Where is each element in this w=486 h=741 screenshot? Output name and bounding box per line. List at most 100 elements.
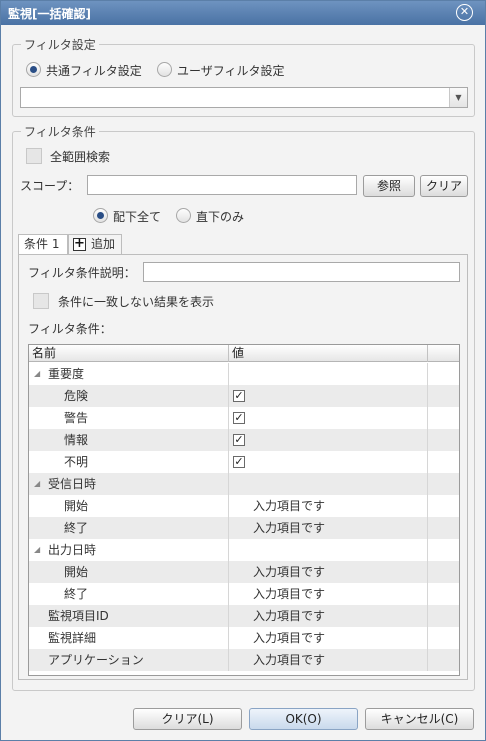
row-name: 警告 (64, 411, 89, 425)
close-icon[interactable]: ✕ (456, 4, 473, 21)
table-row[interactable]: 監視項目ID 入力項目です (29, 605, 459, 627)
row-extra-cell (427, 385, 428, 407)
row-extra-cell (427, 407, 428, 429)
common-filter-radio[interactable] (26, 62, 41, 77)
user-filter-radio[interactable] (157, 62, 172, 77)
row-extra-cell (427, 495, 428, 517)
filter-settings-legend: フィルタ設定 (24, 38, 96, 52)
direct-only-radio[interactable] (176, 208, 191, 223)
row-name: 開始 (64, 499, 89, 513)
row-extra-cell (427, 649, 428, 671)
row-value-text: 入力項目です (253, 587, 326, 601)
row-value[interactable]: 入力項目です (228, 649, 428, 671)
row-name: 受信日時 (48, 477, 97, 491)
column-value-header[interactable]: 値 (229, 345, 428, 362)
row-extra-cell (427, 583, 428, 605)
row-value[interactable]: 入力項目です (228, 583, 428, 605)
user-filter-label: ユーザフィルタ設定 (177, 64, 285, 78)
expand-icon[interactable]: ◢ (34, 539, 40, 561)
table-row[interactable]: 終了 入力項目です (29, 517, 459, 539)
chevron-down-icon[interactable]: ▼ (449, 88, 467, 107)
row-value[interactable] (228, 539, 428, 561)
check-icon[interactable]: ✓ (233, 390, 245, 402)
table-row[interactable]: 終了 入力項目です (29, 583, 459, 605)
row-extra-cell (427, 539, 428, 561)
row-value[interactable] (228, 473, 428, 495)
table-row[interactable]: 監視詳細 入力項目です (29, 627, 459, 649)
row-extra-cell (427, 451, 428, 473)
column-name-header[interactable]: 名前 (29, 345, 229, 362)
row-name: 終了 (64, 521, 89, 535)
table-row[interactable]: ◢ 受信日時 (29, 473, 459, 495)
title-bar[interactable]: 監視[一括確認] ✕ (1, 1, 485, 25)
grid-header: 名前 値 (29, 345, 459, 362)
row-extra-cell (427, 561, 428, 583)
row-value[interactable]: 入力項目です (228, 561, 428, 583)
row-value[interactable]: ✓ (228, 429, 428, 451)
tab-condition-1-label: 条件 1 (24, 237, 60, 251)
row-value[interactable]: ✓ (228, 385, 428, 407)
column-extra-header (428, 345, 459, 362)
row-value-text: 入力項目です (253, 521, 326, 535)
row-extra-cell (427, 605, 428, 627)
scope-input[interactable] (87, 175, 357, 195)
invert-label: 条件に一致しない結果を表示 (58, 295, 215, 309)
row-value[interactable]: 入力項目です (228, 627, 428, 649)
row-value-text: 入力項目です (253, 565, 326, 579)
row-value[interactable] (228, 363, 428, 385)
row-extra-cell (427, 473, 428, 495)
check-icon[interactable]: ✓ (233, 456, 245, 468)
clear-button[interactable]: クリア(L) (133, 708, 242, 730)
tab-add[interactable]: + 追加 (68, 234, 122, 255)
table-row[interactable]: 開始 入力項目です (29, 495, 459, 517)
row-value[interactable]: 入力項目です (228, 495, 428, 517)
plus-icon: + (73, 236, 86, 251)
row-value[interactable]: ✓ (228, 407, 428, 429)
table-row[interactable]: アプリケーション 入力項目です (29, 649, 459, 671)
row-value[interactable]: 入力項目です (228, 517, 428, 539)
filter-conditions-legend: フィルタ条件 (24, 125, 96, 139)
all-below-radio[interactable] (93, 208, 108, 223)
row-name: 監視詳細 (48, 631, 97, 645)
table-row[interactable]: 情報 ✓ (29, 429, 459, 451)
browse-button[interactable]: 参照 (363, 175, 415, 197)
row-extra-cell (427, 429, 428, 451)
tab-condition-1[interactable]: 条件 1 (18, 234, 68, 255)
expand-icon[interactable]: ◢ (34, 363, 40, 385)
table-row[interactable]: 不明 ✓ (29, 451, 459, 473)
conditions-label: フィルタ条件： (28, 322, 112, 336)
check-icon[interactable]: ✓ (233, 412, 245, 424)
row-name: 開始 (64, 565, 89, 579)
tab-add-label: 追加 (91, 237, 116, 251)
table-row[interactable]: ◢ 重要度 (29, 363, 459, 385)
invert-checkbox[interactable] (33, 293, 49, 309)
row-name: 不明 (64, 455, 89, 469)
check-icon[interactable]: ✓ (233, 434, 245, 446)
description-input[interactable] (143, 262, 460, 282)
table-row[interactable]: ◢ 出力日時 (29, 539, 459, 561)
row-value-text: 入力項目です (253, 499, 326, 513)
row-value[interactable]: ✓ (228, 451, 428, 473)
table-row[interactable]: 警告 ✓ (29, 407, 459, 429)
row-name: 重要度 (48, 367, 85, 381)
row-name: 監視項目ID (48, 609, 109, 623)
table-row[interactable]: 危険 ✓ (29, 385, 459, 407)
dialog-window: 監視[一括確認] ✕ フィルタ設定 共通フィルタ設定 ユーザフィルタ設定 ▼ フ… (0, 0, 486, 741)
cancel-button[interactable]: キャンセル(C) (365, 708, 474, 730)
full-search-checkbox[interactable] (26, 148, 42, 164)
row-name: 出力日時 (48, 543, 97, 557)
expand-icon[interactable]: ◢ (34, 473, 40, 495)
row-extra-cell (427, 517, 428, 539)
full-search-label: 全範囲検索 (50, 150, 111, 164)
ok-button[interactable]: OK(O) (249, 708, 358, 730)
table-row[interactable]: 開始 入力項目です (29, 561, 459, 583)
row-name: 終了 (64, 587, 89, 601)
filter-select[interactable]: ▼ (20, 87, 468, 108)
row-name: 情報 (64, 433, 89, 447)
row-extra-cell (427, 363, 428, 385)
row-value[interactable]: 入力項目です (228, 605, 428, 627)
scope-clear-button[interactable]: クリア (420, 175, 468, 197)
condition-grid: 名前 値 ◢ 重要度 危険 ✓ 警告 ✓ 情報 ✓ 不明 ✓ ◢ 受信日時 開始 入力項目です 終了 入力項目… (28, 344, 460, 676)
common-filter-label: 共通フィルタ設定 (46, 64, 142, 78)
row-extra-cell (427, 627, 428, 649)
